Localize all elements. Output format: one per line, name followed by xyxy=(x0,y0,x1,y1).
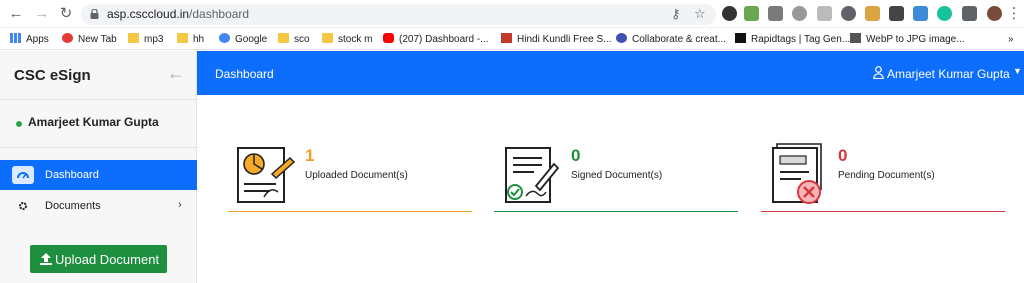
bookmark-hh[interactable]: hh xyxy=(177,32,204,47)
bookmark-collaborate[interactable]: Collaborate & creat... xyxy=(616,32,726,47)
extension-icon[interactable] xyxy=(722,6,737,21)
browser-toolbar: ← → ↻ asp.csccloud.in/dashboard ⚷ ☆ ⋮ xyxy=(0,0,1024,28)
bookmark-sco[interactable]: sco xyxy=(278,32,310,47)
chevron-right-icon: › xyxy=(178,199,182,211)
forward-icon[interactable]: → xyxy=(33,5,51,23)
sidebar-item-label: Dashboard xyxy=(45,169,99,181)
card-accent-border xyxy=(494,211,738,212)
bookmarks-bar: Apps New Tab mp3 hh Google sco stock m (… xyxy=(0,28,1024,50)
profile-avatar-icon[interactable] xyxy=(987,6,1002,21)
folder-icon xyxy=(177,33,188,43)
signed-documents-card[interactable]: 0 Signed Document(s) xyxy=(494,136,738,212)
bookmark-hindi-kundli[interactable]: Hindi Kundli Free S... xyxy=(501,32,612,47)
signed-label: Signed Document(s) xyxy=(571,170,663,181)
chevron-down-icon[interactable]: ▼ xyxy=(1013,66,1022,76)
bookmark-webp-to-jpg[interactable]: WebP to JPG image... xyxy=(850,32,965,47)
bookmark-mp3[interactable]: mp3 xyxy=(128,32,163,47)
image-icon xyxy=(850,33,861,43)
google-icon xyxy=(219,33,230,43)
signed-count: 0 xyxy=(571,146,581,165)
back-icon[interactable]: ← xyxy=(7,5,25,23)
bookmark-rapidtags[interactable]: Rapidtags | Tag Gen... xyxy=(735,32,850,47)
page-title: Dashboard xyxy=(215,67,274,81)
bookmark-new-tab[interactable]: New Tab xyxy=(62,32,117,47)
collaborate-icon xyxy=(616,33,627,43)
user-menu-button[interactable]: Amarjeet Kumar Gupta xyxy=(887,67,1010,81)
sidebar-item-documents[interactable]: Documents › xyxy=(0,191,197,221)
url-text: asp.csccloud.in/dashboard xyxy=(107,7,250,21)
card-accent-border xyxy=(228,211,472,212)
youtube-icon xyxy=(383,33,394,43)
folder-icon xyxy=(128,33,139,43)
upload-document-button[interactable]: Upload Document xyxy=(30,245,167,273)
gear-icon xyxy=(12,197,34,215)
extension-icon[interactable] xyxy=(913,6,928,21)
wordpress-icon[interactable] xyxy=(841,6,856,21)
bookmark-stock[interactable]: stock m xyxy=(322,32,372,47)
star-icon[interactable]: ☆ xyxy=(694,6,706,22)
bookmark-google[interactable]: Google xyxy=(219,32,267,47)
sidebar-user-name: Amarjeet Kumar Gupta xyxy=(28,115,159,129)
extension-icon[interactable] xyxy=(768,6,783,21)
uploaded-document-icon xyxy=(237,147,296,203)
sidebar: CSC eSign ← Amarjeet Kumar Gupta Dashboa… xyxy=(0,51,197,283)
upload-icon xyxy=(40,253,52,265)
extension-icon[interactable] xyxy=(865,6,880,21)
divider xyxy=(0,99,197,100)
pending-document-icon xyxy=(772,143,822,204)
pending-documents-card[interactable]: 0 Pending Document(s) xyxy=(761,136,1005,212)
upload-document-label: Upload Document xyxy=(55,252,160,267)
extension-icon[interactable] xyxy=(792,6,807,21)
grammarly-icon[interactable] xyxy=(937,6,952,21)
pending-label: Pending Document(s) xyxy=(838,170,935,181)
collapse-sidebar-icon[interactable]: ← xyxy=(167,63,185,84)
extension-icon[interactable] xyxy=(744,6,759,21)
extension-icon[interactable] xyxy=(817,6,832,21)
lock-icon xyxy=(90,9,99,19)
puzzle-icon[interactable] xyxy=(962,6,977,21)
uploaded-documents-card[interactable]: 1 Uploaded Document(s) xyxy=(228,136,472,212)
apps-grid-icon xyxy=(10,33,21,43)
signed-document-icon xyxy=(505,147,560,203)
bookmark-youtube[interactable]: (207) Dashboard -... xyxy=(383,32,489,47)
opera-icon xyxy=(62,33,73,43)
uploaded-label: Uploaded Document(s) xyxy=(305,170,408,181)
online-status-dot xyxy=(16,121,22,127)
reload-icon[interactable]: ↻ xyxy=(57,5,75,23)
pen-icon[interactable] xyxy=(889,6,904,21)
folder-icon xyxy=(278,33,289,43)
divider xyxy=(0,147,197,148)
rapidtags-icon xyxy=(735,33,746,43)
address-bar[interactable]: asp.csccloud.in/dashboard ⚷ ☆ xyxy=(81,4,716,25)
top-navbar: Dashboard Amarjeet Kumar Gupta ▼ xyxy=(197,51,1024,95)
folder-icon xyxy=(322,33,333,43)
card-accent-border xyxy=(761,211,1005,212)
user-icon xyxy=(873,66,884,79)
kundli-icon xyxy=(501,33,512,43)
dashboard-gauge-icon xyxy=(12,166,34,184)
bookmarks-overflow[interactable]: » xyxy=(1008,32,1014,47)
sidebar-item-dashboard[interactable]: Dashboard xyxy=(0,160,197,190)
uploaded-count: 1 xyxy=(305,146,315,165)
sidebar-item-label: Documents xyxy=(45,200,101,212)
menu-icon[interactable]: ⋮ xyxy=(1005,5,1023,23)
key-icon[interactable]: ⚷ xyxy=(671,6,681,22)
bookmark-apps[interactable]: Apps xyxy=(10,32,49,47)
brand-title: CSC eSign xyxy=(14,67,91,84)
pending-count: 0 xyxy=(838,146,848,165)
